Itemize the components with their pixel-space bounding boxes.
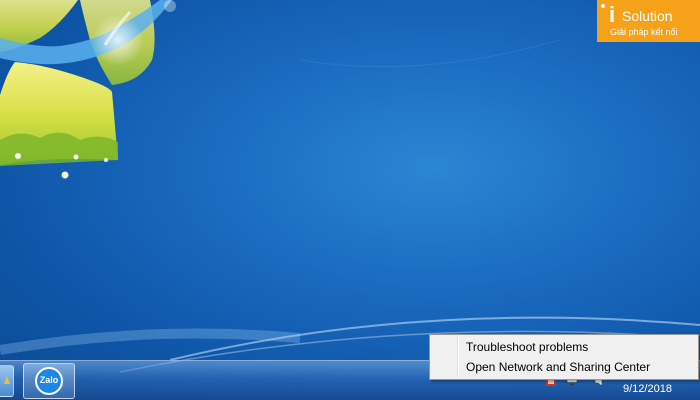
isolution-logo: i Solution Giải pháp kết nối	[597, 0, 700, 42]
desktop-background: i Solution Giải pháp kết nối Zalo 9/12/2…	[0, 0, 700, 400]
start-orb-fragment-icon	[4, 376, 10, 384]
zalo-icon: Zalo	[35, 367, 63, 395]
menu-item-open-network-sharing-center[interactable]: Open Network and Sharing Center	[432, 357, 696, 377]
zalo-icon-label: Zalo	[39, 375, 59, 385]
logo-dot	[601, 4, 605, 8]
network-context-menu: Troubleshoot problems Open Network and S…	[429, 334, 699, 380]
logo-wordmark: Solution	[622, 8, 673, 24]
tray-clock-date[interactable]: 9/12/2018	[623, 383, 672, 396]
logo-tagline: Giải pháp kết nối	[610, 27, 678, 37]
menu-item-troubleshoot-problems[interactable]: Troubleshoot problems	[432, 337, 696, 357]
logo-letter-i: i	[609, 2, 616, 27]
start-button-edge[interactable]	[0, 365, 14, 397]
taskbar-zalo-button[interactable]: Zalo	[23, 363, 75, 399]
